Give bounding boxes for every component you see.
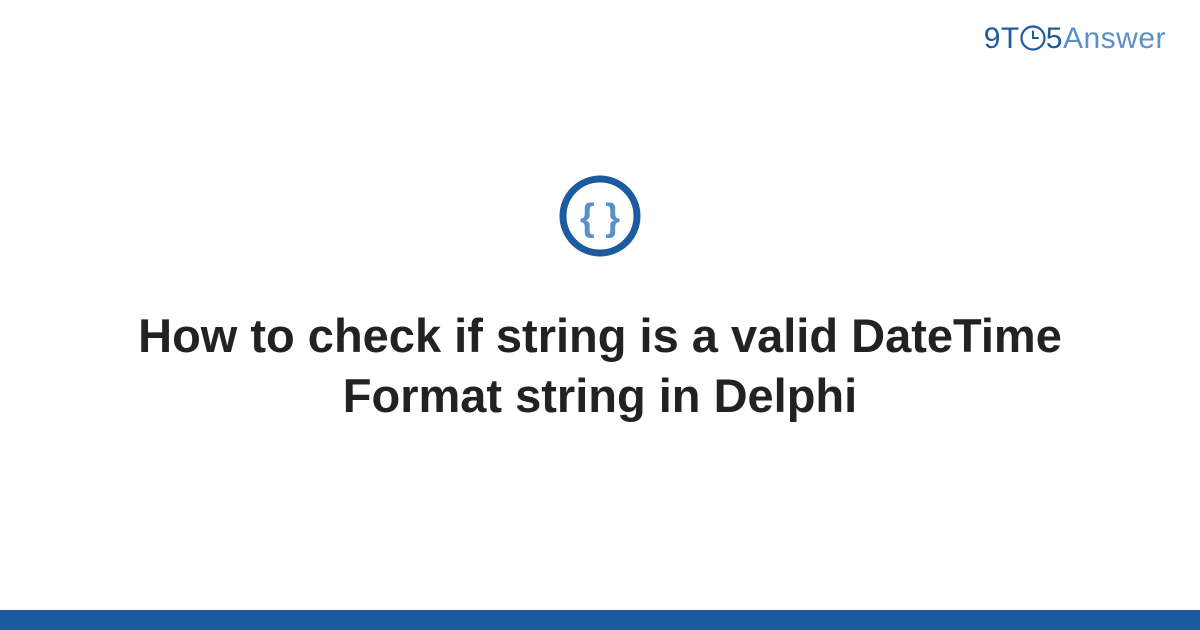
category-icon-wrap: { } (558, 174, 642, 258)
svg-text:{ }: { } (580, 197, 620, 239)
footer-bar (0, 610, 1200, 630)
page-title: How to check if string is a valid DateTi… (90, 306, 1110, 426)
code-braces-icon: { } (558, 174, 642, 258)
main-content: { } How to check if string is a valid Da… (0, 0, 1200, 630)
